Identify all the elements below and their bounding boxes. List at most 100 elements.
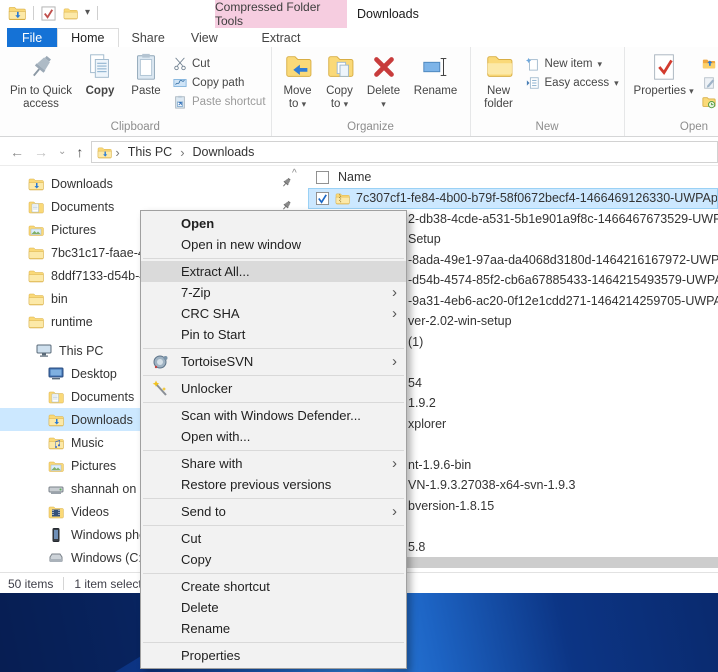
new-folder-icon bbox=[484, 52, 514, 82]
menu-item-share-with[interactable]: Share with › bbox=[141, 453, 406, 474]
menu-item-send-to[interactable]: Send to › bbox=[141, 501, 406, 522]
tab-share[interactable]: Share bbox=[119, 28, 178, 47]
ribbon-group-clipboard: Pin to Quick access Copy Paste Cut Copy … bbox=[0, 47, 272, 136]
menu-item-cut[interactable]: Cut bbox=[141, 528, 406, 549]
tortoisesvn-icon bbox=[152, 353, 169, 370]
paste-shortcut-button[interactable]: Paste shortcut bbox=[173, 95, 266, 109]
folder-icon bbox=[28, 246, 44, 260]
rename-icon bbox=[421, 52, 451, 82]
menu-item-7-zip[interactable]: 7-Zip › bbox=[141, 282, 406, 303]
menu-separator bbox=[143, 257, 404, 259]
menu-separator bbox=[143, 524, 404, 526]
submenu-arrow-icon: › bbox=[392, 454, 397, 472]
tab-home[interactable]: Home bbox=[57, 28, 119, 47]
crumb-separator-icon: › bbox=[180, 144, 185, 160]
folder-icon bbox=[28, 315, 44, 329]
status-divider bbox=[63, 577, 65, 590]
recent-locations-caret-icon[interactable]: ⌄ bbox=[58, 147, 66, 157]
easy-access-button[interactable]: Easy access ▾ bbox=[526, 76, 619, 90]
cut-button[interactable]: Cut bbox=[173, 57, 266, 71]
pin-to-quick-access-button[interactable]: Pin to Quick access bbox=[5, 50, 77, 113]
open-button[interactable]: Open ▾ bbox=[702, 57, 718, 71]
qat-divider bbox=[97, 6, 99, 20]
back-arrow-icon[interactable]: ← bbox=[10, 145, 24, 159]
item-count: 50 items bbox=[8, 576, 54, 591]
submenu-arrow-icon: › bbox=[392, 283, 397, 301]
copy-button[interactable]: Copy bbox=[77, 50, 123, 100]
menu-item-scan-with-windows-defender[interactable]: Scan with Windows Defender... bbox=[141, 405, 406, 426]
breadcrumb-downloads[interactable]: Downloads bbox=[188, 145, 260, 159]
row-checkbox-checked[interactable] bbox=[316, 191, 329, 205]
properties-button[interactable]: Properties ▾ bbox=[630, 50, 698, 100]
menu-item-open[interactable]: Open bbox=[141, 213, 406, 234]
copy-path-button[interactable]: Copy path bbox=[173, 76, 266, 90]
sidebar-item-downloads-quick[interactable]: Downloads bbox=[0, 172, 305, 195]
paste-button[interactable]: Paste bbox=[123, 50, 169, 100]
pictures-folder-icon bbox=[48, 459, 64, 473]
qat-divider bbox=[33, 6, 34, 20]
breadcrumb-this-pc[interactable]: This PC bbox=[123, 145, 177, 159]
menu-item-properties[interactable]: Properties bbox=[141, 645, 406, 666]
window-title: Downloads bbox=[357, 7, 419, 21]
menu-item-restore-previous-versions[interactable]: Restore previous versions bbox=[141, 474, 406, 495]
network-drive-icon bbox=[48, 482, 64, 496]
explorer-window: ▾ Compressed Folder Tools Downloads File… bbox=[0, 0, 718, 672]
dropdown-caret-icon: ▾ bbox=[597, 58, 602, 69]
edit-button[interactable]: Edit bbox=[702, 76, 718, 90]
menu-separator bbox=[143, 641, 404, 643]
menu-separator bbox=[143, 401, 404, 403]
unlocker-wand-icon bbox=[152, 380, 169, 397]
qat-customize-caret-icon[interactable]: ▾ bbox=[85, 8, 90, 18]
menu-item-extract-all[interactable]: Extract All... bbox=[141, 261, 406, 282]
zip-folder-icon bbox=[335, 192, 350, 205]
tab-file[interactable]: File bbox=[7, 28, 58, 47]
folder-icon bbox=[28, 269, 44, 283]
group-label-organize: Organize bbox=[347, 121, 394, 133]
new-folder-button[interactable]: New folder bbox=[476, 50, 522, 113]
move-to-icon bbox=[283, 52, 313, 82]
column-header-name[interactable]: Name bbox=[308, 166, 718, 188]
history-button[interactable]: History bbox=[702, 95, 718, 109]
music-folder-icon bbox=[48, 436, 64, 450]
menu-item-rename[interactable]: Rename bbox=[141, 618, 406, 639]
tab-extract[interactable]: Extract bbox=[215, 28, 347, 47]
desktop-icon bbox=[48, 367, 64, 381]
documents-folder-icon bbox=[28, 200, 44, 214]
paste-shortcut-icon bbox=[173, 95, 187, 109]
quick-access-toolbar: ▾ bbox=[8, 5, 99, 21]
file-row-selected[interactable]: 7c307cf1-fe84-4b00-b79f-58f0672becf4-146… bbox=[308, 188, 718, 209]
menu-item-open-with[interactable]: Open with... bbox=[141, 426, 406, 447]
copy-to-button[interactable]: Copy to ▾ bbox=[319, 50, 361, 113]
delete-x-icon bbox=[369, 52, 399, 82]
breadcrumb[interactable]: › This PC › Downloads bbox=[91, 141, 718, 163]
qat-checkbox-icon[interactable] bbox=[41, 5, 56, 21]
menu-item-unlocker[interactable]: Unlocker bbox=[141, 378, 406, 399]
pin-icon bbox=[281, 177, 292, 188]
window-folder-icon bbox=[8, 5, 26, 21]
menu-item-delete[interactable]: Delete bbox=[141, 597, 406, 618]
move-to-button[interactable]: Move to ▾ bbox=[277, 50, 319, 113]
delete-button[interactable]: Delete ▾ bbox=[361, 50, 407, 113]
ribbon-tab-row: File Home Share View bbox=[0, 28, 718, 47]
select-all-checkbox[interactable] bbox=[316, 170, 329, 184]
up-arrow-icon[interactable]: ↑ bbox=[76, 145, 83, 159]
copy-to-icon bbox=[325, 52, 355, 82]
menu-separator bbox=[143, 449, 404, 451]
new-item-button[interactable]: New item ▾ bbox=[525, 57, 619, 71]
dropdown-caret-icon: ▾ bbox=[301, 99, 307, 110]
sidebar-scroll-up-icon[interactable]: ^ bbox=[292, 168, 297, 179]
menu-item-crc-sha[interactable]: CRC SHA › bbox=[141, 303, 406, 324]
easy-access-icon bbox=[526, 76, 540, 90]
menu-item-open-in-new-window[interactable]: Open in new window bbox=[141, 234, 406, 255]
menu-item-copy[interactable]: Copy bbox=[141, 549, 406, 570]
rename-button[interactable]: Rename bbox=[407, 50, 465, 100]
menu-item-tortoisesvn[interactable]: TortoiseSVN › bbox=[141, 351, 406, 372]
menu-item-create-shortcut[interactable]: Create shortcut bbox=[141, 576, 406, 597]
qat-folder-icon[interactable] bbox=[63, 7, 78, 20]
forward-arrow-icon[interactable]: → bbox=[34, 145, 48, 159]
menu-item-pin-to-start[interactable]: Pin to Start bbox=[141, 324, 406, 345]
downloads-folder-icon bbox=[28, 177, 44, 191]
properties-icon bbox=[649, 52, 679, 82]
menu-separator bbox=[143, 497, 404, 499]
crumb-separator-icon: › bbox=[115, 144, 120, 160]
